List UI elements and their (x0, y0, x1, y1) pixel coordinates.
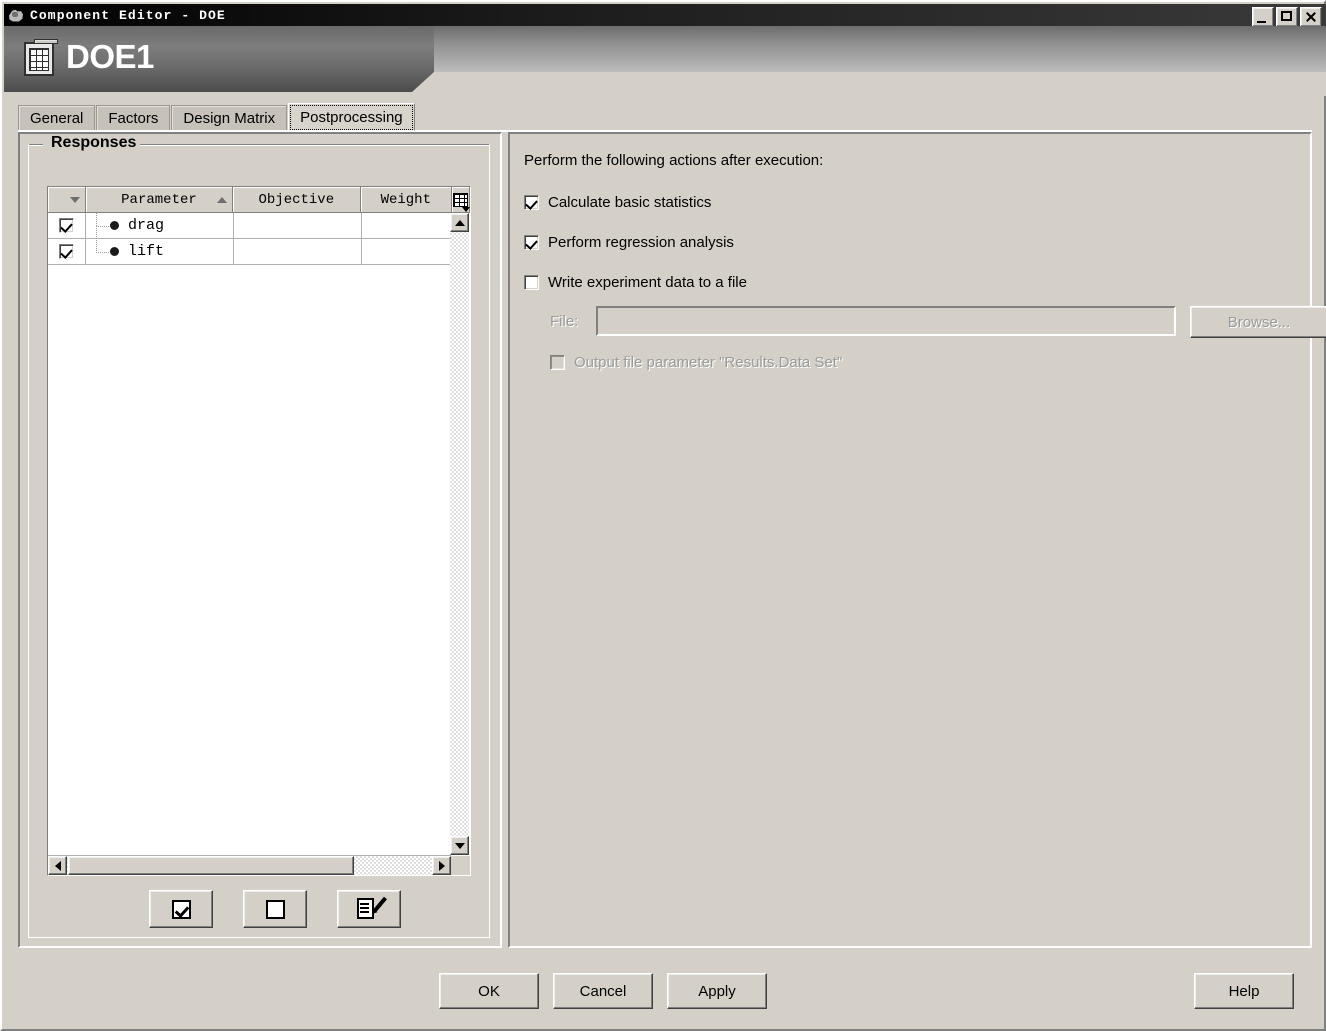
file-label: File: (550, 313, 579, 330)
empty-box-icon (265, 899, 285, 919)
tab-design-matrix[interactable]: Design Matrix (171, 105, 288, 131)
edit-document-icon (357, 896, 387, 921)
tab-postprocessing[interactable]: Postprocessing (288, 103, 415, 131)
tab-label: Design Matrix (183, 110, 276, 127)
tab-factors[interactable]: Factors (96, 105, 171, 131)
page-title: DOE1 (66, 38, 154, 75)
apply-button[interactable]: Apply (667, 973, 767, 1009)
row-weight-cell[interactable] (362, 213, 454, 239)
option-checkbox[interactable] (524, 235, 539, 250)
checked-box-icon (171, 899, 191, 919)
row-parameter-label: lift (128, 243, 165, 260)
uncheck-all-button[interactable] (243, 890, 307, 928)
component-editor-window: Component Editor - DOE DOE1 General Fact… (0, 0, 1326, 1031)
row-weight-cell[interactable] (362, 239, 454, 265)
table-header-label: Objective (258, 191, 335, 208)
table-header-label: Weight (380, 191, 431, 208)
option-calculate-basic-statistics[interactable]: Calculate basic statistics (524, 194, 711, 211)
row-checkbox[interactable] (59, 218, 74, 233)
edit-responses-button[interactable] (337, 890, 401, 928)
scrollbar-corner (451, 856, 470, 875)
row-checkbox[interactable] (59, 244, 74, 259)
tab-bar: General Factors Design Matrix Postproces… (18, 103, 416, 131)
option-label: Output file parameter "Results.Data Set" (574, 354, 843, 371)
header-banner: DOE1 (4, 26, 1326, 96)
option-perform-regression-analysis[interactable]: Perform regression analysis (524, 234, 734, 251)
responses-panel: Responses Parameter Objective Weight dra… (18, 132, 502, 948)
window-title: Component Editor - DOE (30, 7, 226, 23)
file-row: File: Browse... (534, 306, 1326, 338)
tree-line-icon (96, 226, 112, 265)
table-row[interactable]: lift (48, 226, 470, 265)
table-row[interactable]: drag (48, 213, 470, 239)
tab-label: Factors (108, 110, 159, 127)
sort-descending-icon (69, 196, 80, 203)
doe-grid-icon (24, 39, 58, 76)
option-checkbox[interactable] (524, 275, 539, 290)
option-label: Write experiment data to a file (548, 274, 747, 291)
maximize-button[interactable] (1276, 7, 1298, 27)
postprocessing-panel: Perform the following actions after exec… (508, 132, 1326, 948)
option-label: Perform regression analysis (548, 234, 734, 251)
scroll-left-button[interactable] (48, 856, 67, 875)
arrow-up-icon (454, 219, 465, 226)
window-controls (1252, 7, 1322, 27)
arrow-left-icon (54, 860, 61, 871)
help-button[interactable]: Help (1194, 973, 1294, 1009)
option-output-file-parameter[interactable]: Output file parameter "Results.Data Set" (550, 354, 842, 371)
check-all-button[interactable] (149, 890, 213, 928)
option-checkbox[interactable] (524, 195, 539, 210)
responses-table: Parameter Objective Weight drag lift (47, 186, 471, 876)
sort-ascending-icon (217, 196, 228, 203)
row-select-cell[interactable] (48, 239, 86, 265)
responses-groupbox: Responses Parameter Objective Weight dra… (28, 134, 490, 938)
title-bar: Component Editor - DOE (4, 4, 1326, 27)
table-header-label: Parameter (121, 191, 197, 208)
row-objective-cell[interactable] (234, 213, 362, 239)
table-horizontal-scrollbar[interactable] (48, 855, 451, 875)
postprocessing-heading: Perform the following actions after exec… (524, 152, 824, 169)
cancel-button[interactable]: Cancel (553, 973, 653, 1009)
row-parameter-cell: drag (86, 213, 234, 239)
table-header-row: Parameter Objective Weight (48, 187, 470, 213)
responses-toolbar (47, 886, 471, 932)
scroll-right-button[interactable] (432, 856, 451, 875)
ok-button[interactable]: OK (439, 973, 539, 1009)
row-select-cell[interactable] (48, 213, 86, 239)
option-checkbox[interactable] (550, 355, 565, 370)
app-icon (8, 8, 24, 23)
tree-line-icon (96, 213, 112, 239)
table-vertical-scrollbar[interactable] (450, 213, 469, 855)
row-parameter-cell: lift (86, 226, 234, 265)
browse-button[interactable]: Browse... (1190, 306, 1326, 338)
table-header-select[interactable] (48, 187, 86, 213)
table-header-parameter[interactable]: Parameter (85, 187, 234, 213)
scroll-down-button[interactable] (450, 836, 469, 855)
table-header-objective[interactable]: Objective (233, 187, 361, 213)
close-button[interactable] (1300, 7, 1322, 27)
table-header-weight[interactable]: Weight (360, 187, 453, 213)
scroll-up-button[interactable] (450, 213, 469, 232)
row-objective-cell[interactable] (234, 239, 362, 265)
minimize-button[interactable] (1252, 7, 1274, 27)
arrow-right-icon (438, 860, 445, 871)
responses-group-label: Responses (47, 134, 141, 152)
row-parameter-label: drag (128, 217, 165, 234)
table-column-chooser-icon[interactable] (452, 187, 470, 213)
tab-label: Postprocessing (300, 109, 403, 126)
file-input[interactable] (596, 306, 1176, 336)
option-write-experiment-data-to-file[interactable]: Write experiment data to a file (524, 274, 747, 291)
tab-label: General (30, 110, 84, 127)
arrow-down-icon (454, 842, 465, 849)
horizontal-scroll-thumb[interactable] (68, 856, 354, 875)
tab-general[interactable]: General (18, 105, 96, 131)
option-label: Calculate basic statistics (548, 194, 712, 211)
